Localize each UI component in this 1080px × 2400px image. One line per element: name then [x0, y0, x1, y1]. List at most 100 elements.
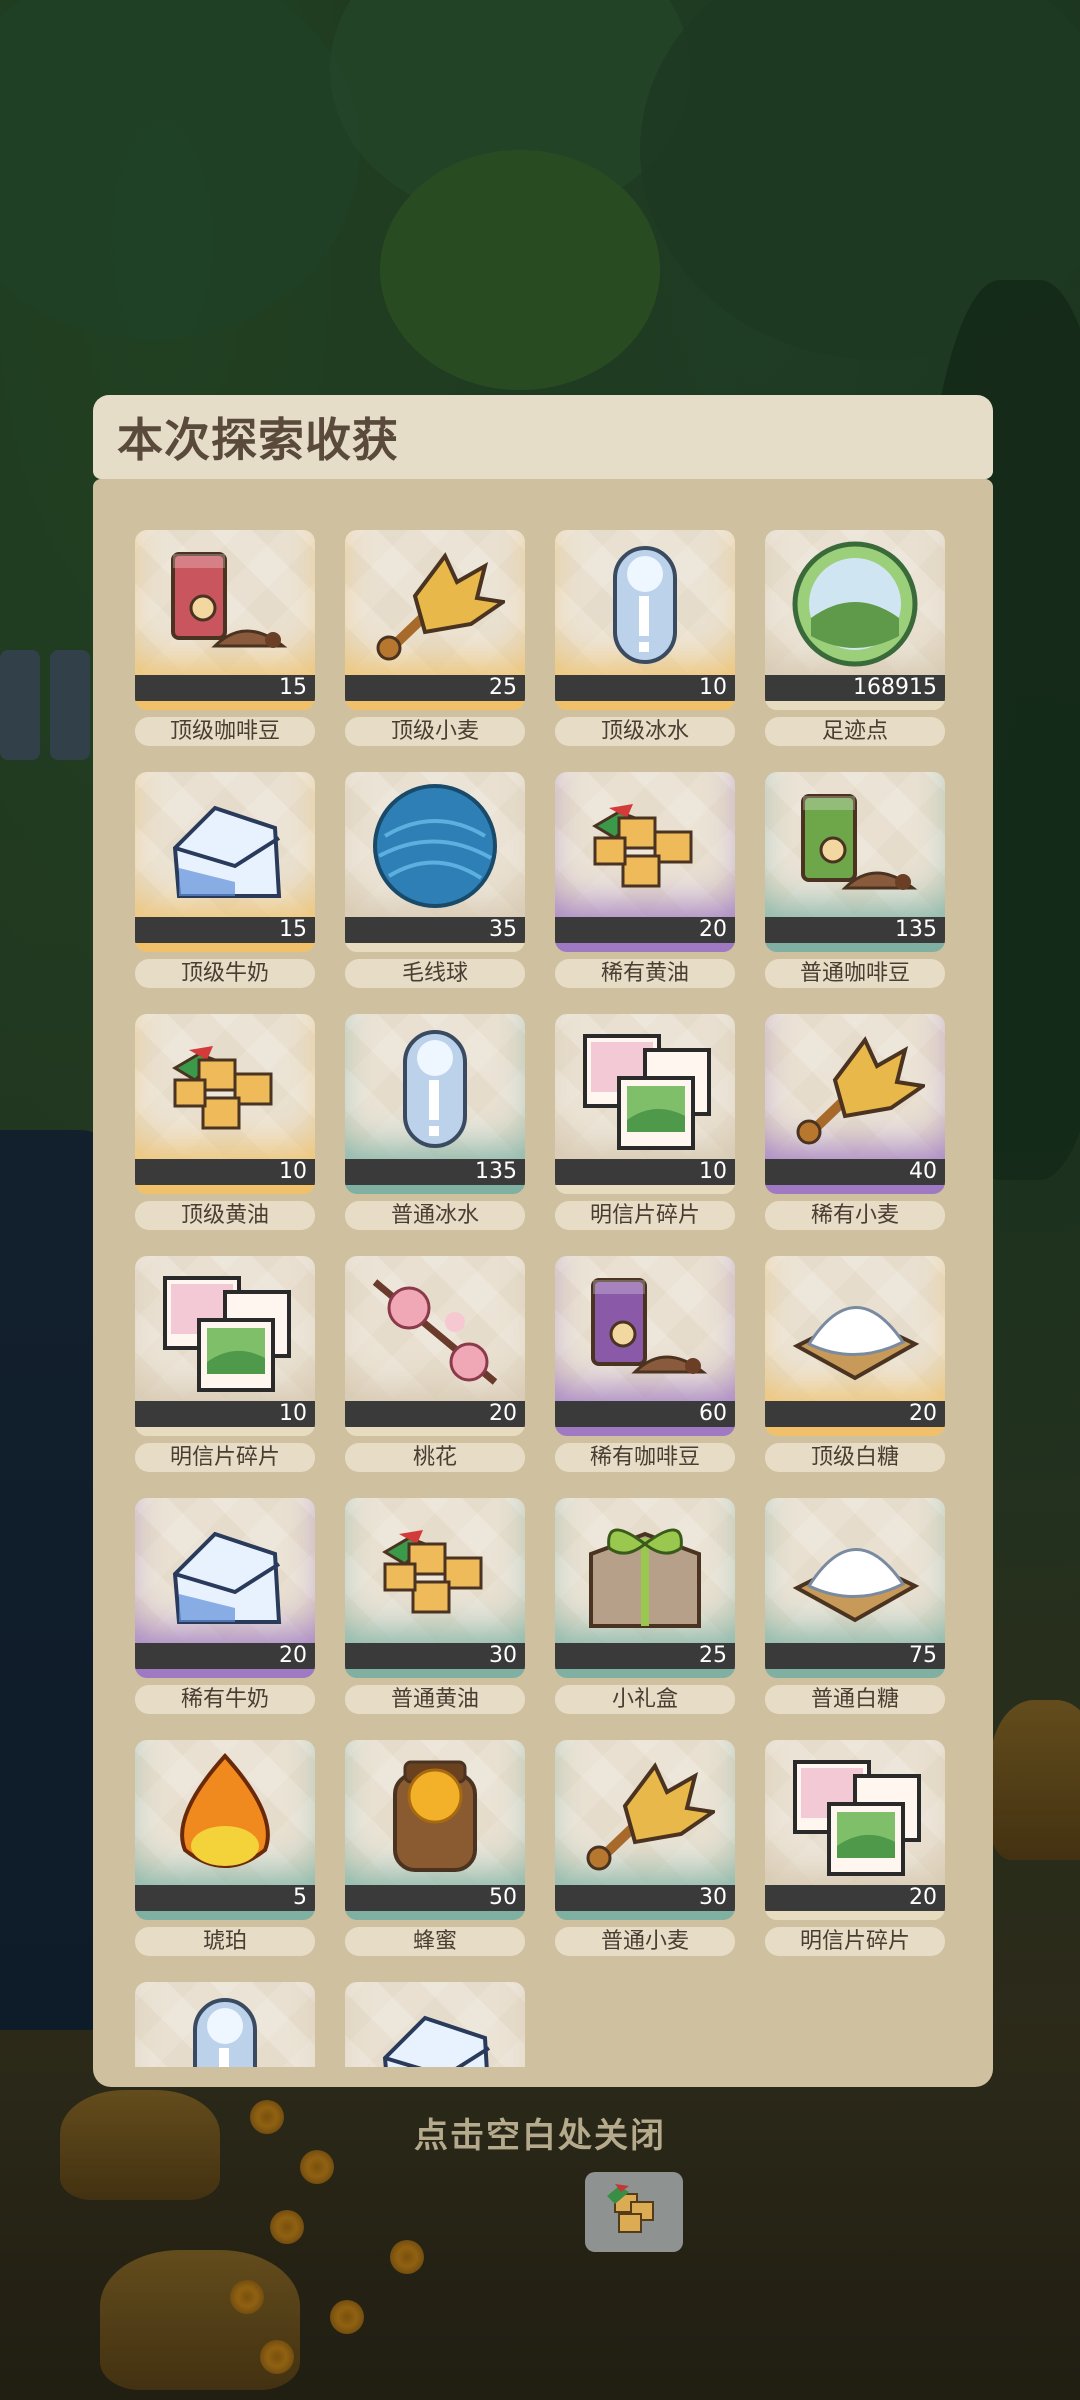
- reward-item-name: 顶级冰水: [555, 717, 735, 746]
- reward-item[interactable]: 75 普通白糖: [765, 1498, 945, 1714]
- reward-item-count: 10: [135, 1401, 315, 1427]
- reward-item-count: 20: [765, 1885, 945, 1911]
- reward-item-tile: 30: [555, 1740, 735, 1920]
- reward-item[interactable]: 20 桃花: [345, 1256, 525, 1472]
- ice-water-icon: [193, 1998, 257, 2067]
- ice-water-icon: [613, 546, 677, 664]
- reward-item-name: 明信片碎片: [135, 1443, 315, 1472]
- reward-item-name: 顶级黄油: [135, 1201, 315, 1230]
- reward-item-count: 10: [135, 1159, 315, 1185]
- coffee-bag-icon: [171, 552, 288, 648]
- reward-item-tile: [135, 1982, 315, 2067]
- reward-item-count: 10: [555, 675, 735, 701]
- wheat-icon: [586, 1762, 715, 1871]
- reward-item[interactable]: 15 顶级咖啡豆: [135, 530, 315, 746]
- ice-water-icon: [403, 1030, 467, 1148]
- rarity-stripe: [345, 1185, 525, 1194]
- reward-item[interactable]: 20 稀有牛奶: [135, 1498, 315, 1714]
- rarity-stripe: [135, 1669, 315, 1678]
- reward-item-tile: 25: [345, 530, 525, 710]
- reward-item-name: 桃花: [345, 1443, 525, 1472]
- reward-item[interactable]: 30 普通黄油: [345, 1498, 525, 1714]
- reward-item-tile: 10: [135, 1014, 315, 1194]
- reward-item-name: 稀有咖啡豆: [555, 1443, 735, 1472]
- rarity-stripe: [555, 1427, 735, 1436]
- rarity-stripe: [765, 701, 945, 710]
- reward-item[interactable]: 25 顶级小麦: [345, 530, 525, 746]
- amber-icon: [180, 1753, 270, 1868]
- reward-item[interactable]: 10 顶级黄油: [135, 1014, 315, 1230]
- reward-item[interactable]: 50 蜂蜜: [345, 1740, 525, 1956]
- sugar-icon: [792, 1306, 920, 1381]
- rarity-stripe: [135, 1185, 315, 1194]
- butter-shortcut-button[interactable]: [585, 2172, 683, 2252]
- reward-item[interactable]: 30 普通小麦: [555, 1740, 735, 1956]
- reward-item[interactable]: 135 普通冰水: [345, 1014, 525, 1230]
- reward-item-count: 20: [555, 917, 735, 943]
- postcard-icon: [163, 1276, 291, 1392]
- rarity-stripe: [135, 1911, 315, 1920]
- reward-item-name: 稀有小麦: [765, 1201, 945, 1230]
- reward-item-count: 20: [135, 1643, 315, 1669]
- reward-item-count: 5: [135, 1885, 315, 1911]
- reward-item-count: 135: [765, 917, 945, 943]
- rewards-panel-header: 本次探索收获: [93, 395, 993, 479]
- reward-item-name: 明信片碎片: [555, 1201, 735, 1230]
- rarity-stripe: [345, 1669, 525, 1678]
- reward-item-tile: 75: [765, 1498, 945, 1678]
- reward-item-name: 顶级咖啡豆: [135, 717, 315, 746]
- wheat-icon: [376, 552, 505, 661]
- postcard-icon: [793, 1760, 921, 1876]
- reward-item-name: 蜂蜜: [345, 1927, 525, 1956]
- rarity-stripe: [135, 1427, 315, 1436]
- reward-item[interactable]: 10 顶级冰水: [555, 530, 735, 746]
- coffee-bag-icon: [801, 794, 918, 890]
- reward-item-tile: 20: [555, 772, 735, 952]
- reward-item-tile: 15: [135, 530, 315, 710]
- reward-item-name: 明信片碎片: [765, 1927, 945, 1956]
- reward-item[interactable]: 40 稀有小麦: [765, 1014, 945, 1230]
- coffee-bag-icon: [591, 1278, 708, 1374]
- reward-item[interactable]: 168915 足迹点: [765, 530, 945, 746]
- reward-item-tile: 20: [135, 1498, 315, 1678]
- reward-item-tile: 5: [135, 1740, 315, 1920]
- butter-icon: [172, 1046, 273, 1130]
- reward-item-tile: 20: [765, 1256, 945, 1436]
- reward-item[interactable]: 15 顶级牛奶: [135, 772, 315, 988]
- reward-item-name: 普通黄油: [345, 1685, 525, 1714]
- reward-item[interactable]: 10 明信片碎片: [555, 1014, 735, 1230]
- reward-item-tile: 135: [345, 1014, 525, 1194]
- rarity-stripe: [555, 701, 735, 710]
- reward-item-tile: 168915: [765, 530, 945, 710]
- rewards-grid[interactable]: 15 顶级咖啡豆 25 顶级小麦 10 顶级冰水 168915 足迹点 15 顶级牛奶 3…: [135, 530, 951, 2067]
- rarity-stripe: [135, 701, 315, 710]
- sugar-icon: [792, 1548, 920, 1623]
- reward-item-count: 25: [555, 1643, 735, 1669]
- reward-item[interactable]: 20 顶级白糖: [765, 1256, 945, 1472]
- reward-item-tile: 40: [765, 1014, 945, 1194]
- reward-item[interactable]: 135 普通咖啡豆: [765, 772, 945, 988]
- reward-item-name: 毛线球: [345, 959, 525, 988]
- reward-item-count: 30: [555, 1885, 735, 1911]
- reward-item-tile: [345, 1982, 525, 2067]
- milk-carton-icon: [172, 1531, 282, 1624]
- rarity-stripe: [555, 1911, 735, 1920]
- reward-item[interactable]: 60 稀有咖啡豆: [555, 1256, 735, 1472]
- milk-carton-icon: [382, 2015, 491, 2067]
- reward-item[interactable]: 20 明信片碎片: [765, 1740, 945, 1956]
- reward-item[interactable]: 5 琥珀: [135, 1740, 315, 1956]
- reward-item[interactable]: 10 明信片碎片: [135, 1256, 315, 1472]
- reward-item[interactable]: 20 稀有黄油: [555, 772, 735, 988]
- reward-item[interactable]: [135, 1982, 315, 2067]
- reward-item-name: 琥珀: [135, 1927, 315, 1956]
- rarity-stripe: [765, 1669, 945, 1678]
- reward-item-name: 顶级牛奶: [135, 959, 315, 988]
- reward-item-count: 15: [135, 675, 315, 701]
- reward-item-count: 40: [765, 1159, 945, 1185]
- reward-item-tile: 135: [765, 772, 945, 952]
- reward-item[interactable]: 35 毛线球: [345, 772, 525, 988]
- reward-item[interactable]: 25 小礼盒: [555, 1498, 735, 1714]
- honey-jar-icon: [393, 1760, 477, 1872]
- reward-item[interactable]: [345, 1982, 525, 2067]
- gift-box-icon: [589, 1528, 701, 1628]
